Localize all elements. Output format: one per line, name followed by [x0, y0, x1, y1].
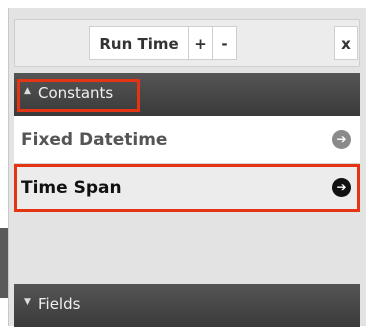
run-time-button[interactable]: Run Time: [89, 26, 189, 60]
caret-down-icon: ▼: [24, 297, 31, 307]
function-panel: Run Time + - x ▲ Constants Fixed Datetim…: [8, 8, 366, 327]
fields-label: Fields: [38, 295, 81, 313]
list-item-label: Time Span: [21, 178, 122, 198]
left-edge-panel: [0, 228, 8, 298]
constants-list: Fixed Datetime ➔ Time Span ➔: [14, 116, 360, 281]
constants-section-header[interactable]: ▲ Constants: [14, 73, 360, 116]
toolbar: Run Time + - x: [14, 19, 360, 67]
list-item-time-span[interactable]: Time Span ➔: [14, 164, 360, 212]
list-item-fixed-datetime[interactable]: Fixed Datetime ➔: [14, 116, 360, 164]
circle-arrow-right-icon[interactable]: ➔: [332, 130, 351, 149]
close-button[interactable]: x: [334, 26, 358, 60]
plus-button[interactable]: +: [189, 26, 213, 60]
minus-button[interactable]: -: [213, 26, 237, 60]
constants-highlight-box: [17, 79, 140, 112]
fields-section-header[interactable]: ▼ Fields: [14, 284, 360, 327]
cropped-heading: [0, 0, 366, 8]
circle-arrow-right-icon[interactable]: ➔: [332, 178, 351, 197]
list-item-label: Fixed Datetime: [21, 130, 168, 150]
